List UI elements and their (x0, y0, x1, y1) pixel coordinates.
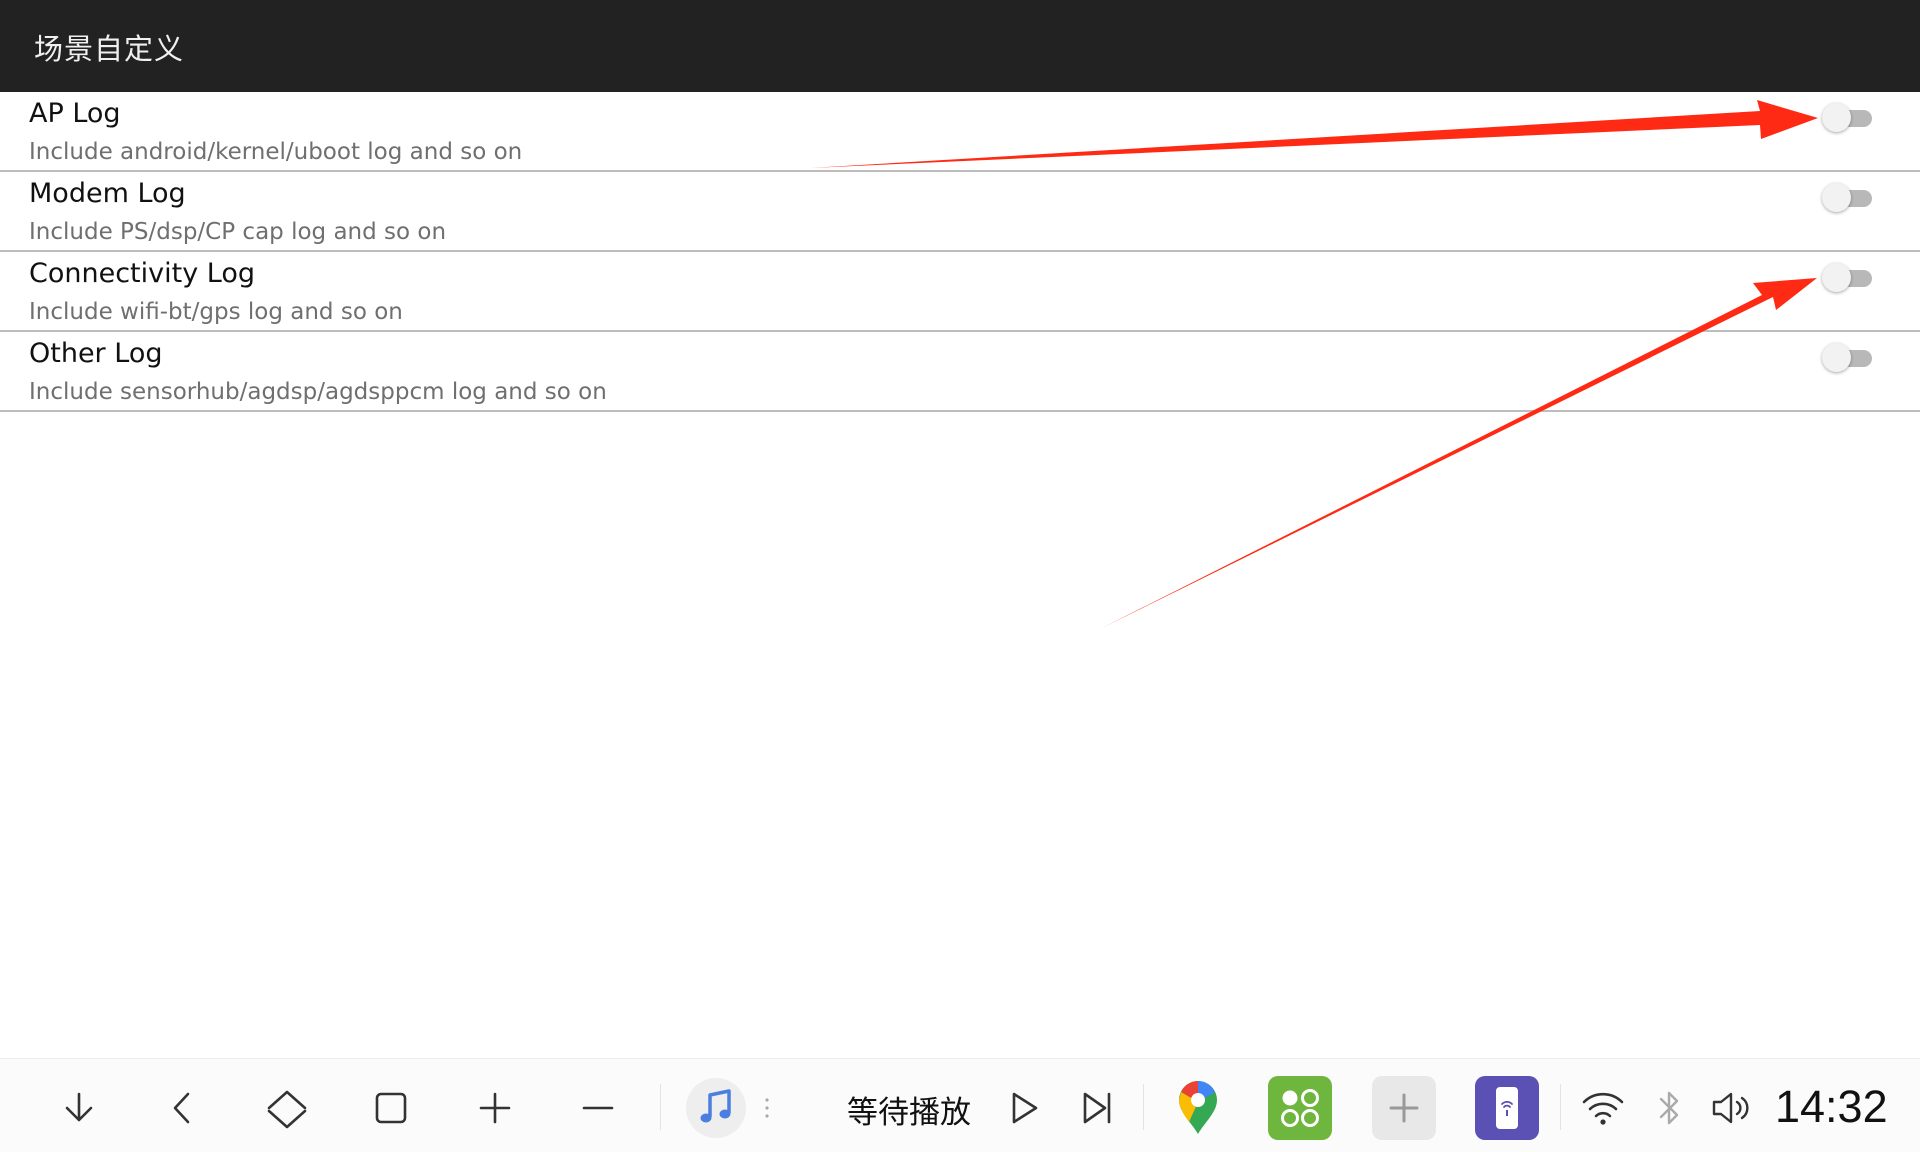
other-log-toggle[interactable] (1822, 342, 1874, 372)
setting-row-connectivity-log[interactable]: Connectivity Log Include wifi-bt/gps log… (0, 252, 1920, 332)
recents-icon[interactable] (360, 1077, 422, 1139)
more-icon[interactable] (752, 1077, 782, 1139)
setting-title: Other Log (29, 338, 163, 369)
ap-log-toggle[interactable] (1822, 102, 1874, 132)
setting-subtitle: Include sensorhub/agdsp/agdsppcm log and… (29, 379, 607, 405)
setting-subtitle: Include android/kernel/uboot log and so … (29, 139, 523, 165)
modem-log-toggle[interactable] (1822, 182, 1874, 212)
bluetooth-icon[interactable] (1638, 1077, 1700, 1139)
home-icon[interactable] (256, 1077, 318, 1139)
volume-down-icon[interactable] (567, 1077, 629, 1139)
page-title: 场景自定义 (34, 32, 185, 66)
back-icon[interactable] (152, 1077, 214, 1139)
app-bar: 场景自定义 (0, 0, 1920, 92)
chevron-down-icon[interactable] (48, 1077, 110, 1139)
taskbar-divider (1560, 1084, 1561, 1130)
clock: 14:32 (1775, 1081, 1888, 1132)
maps-icon[interactable] (1166, 1076, 1230, 1140)
setting-title: Connectivity Log (29, 258, 255, 289)
toggle-thumb (1822, 183, 1851, 212)
setting-title: AP Log (29, 98, 121, 129)
phone-link-icon[interactable] (1475, 1076, 1539, 1140)
taskbar-divider (1143, 1084, 1144, 1130)
music-icon[interactable] (685, 1077, 747, 1139)
taskbar-divider (660, 1084, 661, 1130)
taskbar: 等待播放 14:32 (0, 1058, 1920, 1152)
setting-row-ap-log[interactable]: AP Log Include android/kernel/uboot log … (0, 92, 1920, 172)
setting-subtitle: Include wifi-bt/gps log and so on (29, 299, 403, 325)
volume-up-icon[interactable] (464, 1077, 526, 1139)
setting-subtitle: Include PS/dsp/CP cap log and so on (29, 219, 447, 245)
settings-list: AP Log Include android/kernel/uboot log … (0, 92, 1920, 412)
setting-row-modem-log[interactable]: Modem Log Include PS/dsp/CP cap log and … (0, 172, 1920, 252)
apps-icon[interactable] (1268, 1076, 1332, 1140)
skip-next-icon[interactable] (1066, 1077, 1128, 1139)
media-status-label: 等待播放 (847, 1095, 971, 1131)
toggle-thumb (1822, 263, 1851, 292)
add-icon[interactable] (1372, 1076, 1436, 1140)
setting-row-other-log[interactable]: Other Log Include sensorhub/agdsp/agdspp… (0, 332, 1920, 412)
wifi-icon[interactable] (1572, 1077, 1634, 1139)
speaker-icon[interactable] (1700, 1077, 1762, 1139)
toggle-thumb (1822, 103, 1851, 132)
toggle-thumb (1822, 343, 1851, 372)
play-icon[interactable] (992, 1077, 1054, 1139)
setting-title: Modem Log (29, 178, 186, 209)
connectivity-log-toggle[interactable] (1822, 262, 1874, 292)
